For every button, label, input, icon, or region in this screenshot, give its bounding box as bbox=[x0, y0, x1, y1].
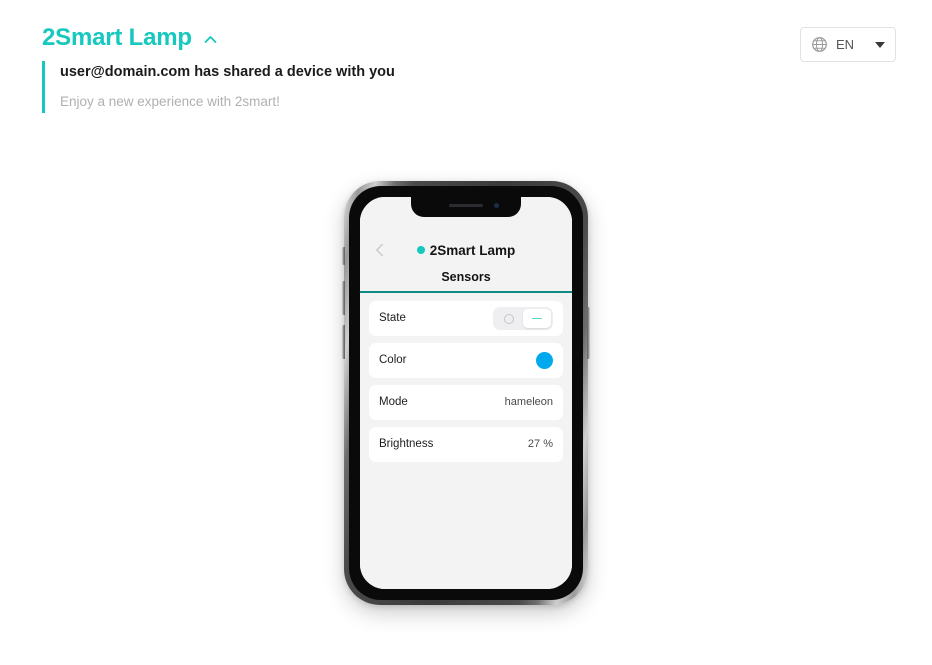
sensor-list: State Color Mode hameleon Brightness 27 … bbox=[360, 293, 572, 589]
list-item[interactable]: Color bbox=[369, 343, 563, 378]
share-notice-subtitle: Enjoy a new experience with 2smart! bbox=[60, 93, 280, 109]
tab-sensors[interactable]: Sensors bbox=[360, 263, 572, 291]
online-status-dot bbox=[416, 246, 425, 255]
page-title: 2Smart Lamp bbox=[42, 24, 192, 51]
list-item[interactable]: Mode hameleon bbox=[369, 385, 563, 420]
app-title-group: 2Smart Lamp bbox=[360, 242, 572, 258]
phone-power-button bbox=[587, 307, 590, 359]
app-device-title: 2Smart Lamp bbox=[429, 242, 516, 258]
sensor-label: State bbox=[379, 311, 406, 324]
dash-icon bbox=[532, 317, 542, 320]
list-item[interactable]: State bbox=[369, 301, 563, 336]
device-app: 2Smart Lamp Sensors State Color Mode ham… bbox=[360, 197, 572, 589]
phone-mockup: 2Smart Lamp Sensors State Color Mode ham… bbox=[342, 181, 590, 605]
brand-row: 2Smart Lamp bbox=[42, 26, 219, 50]
state-segment-on[interactable] bbox=[523, 309, 551, 328]
sensor-value: 27 % bbox=[527, 438, 553, 450]
list-item[interactable]: Brightness 27 % bbox=[369, 427, 563, 462]
chevron-down-icon bbox=[875, 41, 885, 48]
language-code: EN bbox=[836, 37, 855, 52]
app-tabs: Sensors bbox=[360, 263, 572, 293]
page-root: 2Smart Lamp user@domain.com has shared a… bbox=[0, 0, 932, 665]
share-notice: user@domain.com has shared a device with… bbox=[42, 61, 395, 113]
chevron-up-icon[interactable] bbox=[202, 31, 219, 48]
page-header: 2Smart Lamp user@domain.com has shared a… bbox=[0, 0, 932, 130]
language-select[interactable]: EN bbox=[800, 27, 896, 62]
sensor-label: Color bbox=[379, 353, 407, 366]
phone-frame: 2Smart Lamp Sensors State Color Mode ham… bbox=[344, 181, 588, 605]
chevron-left-icon[interactable] bbox=[372, 242, 388, 258]
sensor-label: Mode bbox=[379, 395, 408, 408]
circle-icon bbox=[504, 313, 514, 324]
globe-icon bbox=[811, 36, 828, 53]
phone-bezel: 2Smart Lamp Sensors State Color Mode ham… bbox=[349, 186, 583, 600]
sensor-value: hameleon bbox=[504, 396, 553, 408]
state-segmented-control[interactable] bbox=[493, 307, 553, 330]
phone-volume-down-button bbox=[342, 325, 345, 359]
front-camera-icon bbox=[494, 203, 499, 208]
sensor-label: Brightness bbox=[379, 437, 434, 450]
state-segment-off[interactable] bbox=[495, 309, 523, 328]
phone-volume-up-button bbox=[342, 281, 345, 315]
phone-silence-switch bbox=[342, 247, 345, 265]
share-notice-title: user@domain.com has shared a device with… bbox=[60, 64, 395, 80]
phone-screen: 2Smart Lamp Sensors State Color Mode ham… bbox=[360, 197, 572, 589]
color-swatch[interactable] bbox=[536, 352, 553, 369]
phone-notch bbox=[411, 197, 521, 217]
earpiece-speaker-icon bbox=[449, 204, 483, 207]
